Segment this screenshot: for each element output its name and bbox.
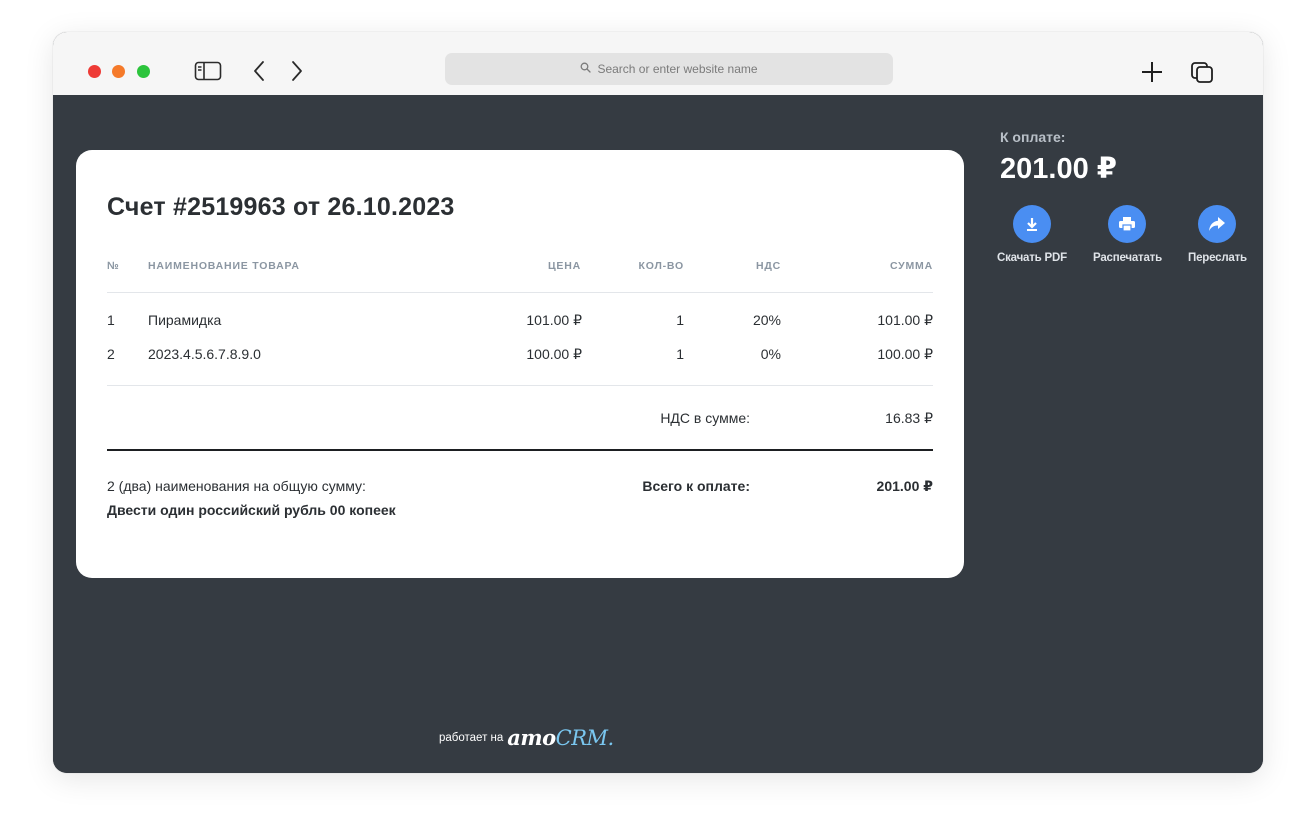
- page-content: Счет #2519963 от 26.10.2023 № Наименован…: [53, 95, 1263, 773]
- row-2-qty: 1: [676, 346, 684, 362]
- invoice-title: Счет #2519963 от 26.10.2023: [107, 193, 455, 221]
- row-2-price: 100.00 ₽: [526, 346, 582, 362]
- logo-crm-part: CRM.: [555, 726, 615, 750]
- vat-total-label: НДС в сумме:: [660, 410, 750, 426]
- header-divider: [107, 292, 933, 293]
- row-2-number: 2: [107, 346, 115, 362]
- address-bar[interactable]: Search or enter website name: [445, 53, 893, 85]
- invoice-card: Счет #2519963 от 26.10.2023 № Наименован…: [76, 150, 964, 578]
- powered-by-text: работает на: [439, 731, 504, 744]
- row-1-vat: 20%: [752, 312, 781, 328]
- row-1-name: Пирамидка: [148, 312, 222, 328]
- items-count-text: 2 (два) наименования на общую сумму:: [107, 478, 366, 494]
- row-1-qty: 1: [676, 312, 684, 328]
- column-header-name: Наименование товара: [148, 260, 300, 272]
- zoom-window-button[interactable]: [137, 65, 150, 78]
- row-1-sum: 101.00 ₽: [877, 312, 933, 328]
- logo-amo-part: amo: [507, 725, 556, 750]
- amocrm-logo: amoCRM.: [507, 725, 615, 750]
- back-icon[interactable]: [245, 58, 273, 84]
- printer-icon: [1108, 205, 1147, 243]
- close-window-button[interactable]: [88, 65, 101, 78]
- amount-due-label: К оплате:: [1000, 129, 1066, 145]
- powered-by-footer[interactable]: работает на amoCRM.: [439, 725, 614, 750]
- tab-overview-icon[interactable]: [1188, 59, 1216, 85]
- column-header-vat: НДС: [755, 260, 781, 272]
- row-1-number: 1: [107, 312, 115, 328]
- row-2-vat: 0%: [760, 346, 781, 362]
- total-divider: [107, 449, 933, 451]
- search-icon: [580, 62, 592, 76]
- column-header-qty: Кол-во: [638, 260, 684, 272]
- print-label: Распечатать: [1093, 252, 1162, 264]
- column-header-number: №: [107, 260, 120, 272]
- row-2-name: 2023.4.5.6.7.8.9.0: [148, 346, 261, 362]
- forward-label: Переслать: [1188, 252, 1247, 264]
- row-2-sum: 100.00 ₽: [877, 346, 933, 362]
- vat-total-value: 16.83 ₽: [885, 410, 933, 426]
- browser-toolbar: Search or enter website name: [53, 32, 1263, 95]
- download-pdf-button[interactable]: Скачать PDF: [997, 205, 1067, 264]
- forward-icon[interactable]: [283, 58, 311, 84]
- column-header-sum: Сумма: [889, 260, 933, 272]
- address-placeholder: Search or enter website name: [597, 62, 758, 76]
- new-tab-icon[interactable]: [1138, 59, 1166, 85]
- download-icon: [1012, 205, 1051, 243]
- browser-window: Search or enter website name Счет #25199…: [53, 32, 1263, 773]
- share-icon: [1198, 205, 1237, 243]
- amount-due-value: 201.00 ₽: [1000, 153, 1117, 185]
- row-1-price: 101.00 ₽: [526, 312, 582, 328]
- minimize-window-button[interactable]: [112, 65, 125, 78]
- forward-button[interactable]: Переслать: [1188, 205, 1247, 264]
- grand-total-value: 201.00 ₽: [876, 478, 933, 494]
- grand-total-label: Всего к оплате:: [642, 478, 750, 494]
- amount-in-words: Двести один российский рубль 00 копеек: [107, 502, 396, 518]
- sidebar-toggle-icon[interactable]: [194, 58, 222, 84]
- items-divider: [107, 385, 933, 386]
- download-pdf-label: Скачать PDF: [997, 252, 1067, 264]
- column-header-price: Цена: [547, 260, 581, 272]
- print-button[interactable]: Распечатать: [1093, 205, 1162, 264]
